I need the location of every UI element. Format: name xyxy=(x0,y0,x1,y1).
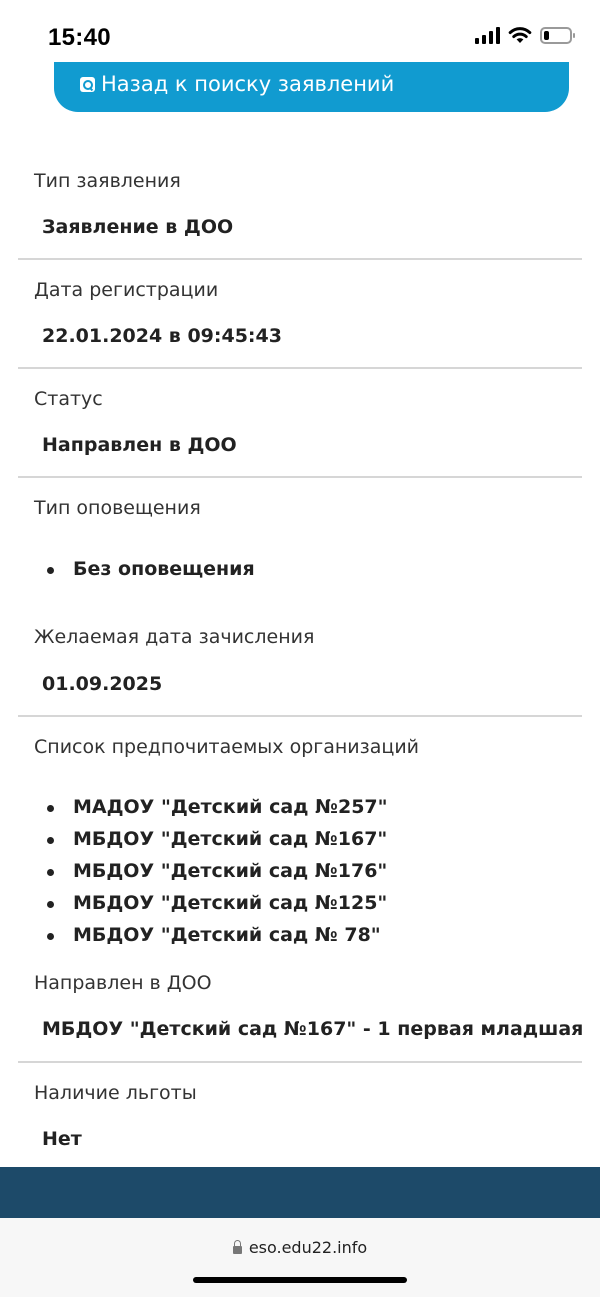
preferred-organizations-label: Список предпочитаемых организаций xyxy=(34,736,420,758)
search-document-icon xyxy=(80,76,95,92)
assigned-to-value: МБДОУ "Детский сад №167" - 1 первая млад… xyxy=(42,1018,584,1040)
divider xyxy=(18,367,582,369)
desired-enrollment-date-value: 01.09.2025 xyxy=(42,673,163,695)
list-item: МБДОУ "Детский сад № 78" xyxy=(42,924,388,956)
list-item: МБДОУ "Детский сад №176" xyxy=(42,860,388,892)
list-item: МАДОУ "Детский сад №257" xyxy=(42,796,388,828)
back-to-search-button[interactable]: Назад к поиску заявлений xyxy=(54,62,569,112)
preferred-organizations-list: МАДОУ "Детский сад №257" МБДОУ "Детский … xyxy=(42,796,388,956)
divider xyxy=(18,715,582,717)
address-bar[interactable]: eso.edu22.info xyxy=(0,1238,600,1257)
list-item: МБДОУ "Детский сад №167" xyxy=(42,828,388,860)
notification-type-list: Без оповещения xyxy=(42,558,255,590)
lock-icon xyxy=(232,1239,242,1254)
registration-date-value: 22.01.2024 в 09:45:43 xyxy=(42,325,282,347)
benefit-label: Наличие льготы xyxy=(34,1082,197,1104)
desired-enrollment-date-label: Желаемая дата зачисления xyxy=(34,626,315,648)
divider xyxy=(18,476,582,478)
divider xyxy=(18,1061,582,1063)
url-text: eso.edu22.info xyxy=(248,1238,368,1257)
site-footer xyxy=(0,1167,600,1218)
home-indicator[interactable] xyxy=(193,1277,407,1283)
status-value: Направлен в ДОО xyxy=(42,434,237,456)
status-time: 15:40 xyxy=(48,24,111,51)
browser-bottom-bar: eso.edu22.info xyxy=(0,1218,600,1297)
cellular-signal-icon xyxy=(475,26,500,44)
list-item: МБДОУ "Детский сад №125" xyxy=(42,892,388,924)
status-label: Статус xyxy=(34,388,103,410)
status-icons xyxy=(475,26,575,44)
battery-icon xyxy=(540,26,575,44)
application-type-value: Заявление в ДОО xyxy=(42,216,234,238)
application-type-label: Тип заявления xyxy=(34,170,181,192)
divider xyxy=(18,258,582,260)
registration-date-label: Дата регистрации xyxy=(34,279,219,301)
benefit-value: Нет xyxy=(42,1128,82,1150)
wifi-icon xyxy=(508,27,532,43)
battery-level xyxy=(544,30,549,40)
list-item: Без оповещения xyxy=(42,558,255,590)
notification-type-label: Тип оповещения xyxy=(34,497,201,519)
back-to-search-label: Назад к поиску заявлений xyxy=(101,72,395,96)
assigned-to-label: Направлен в ДОО xyxy=(34,972,212,994)
